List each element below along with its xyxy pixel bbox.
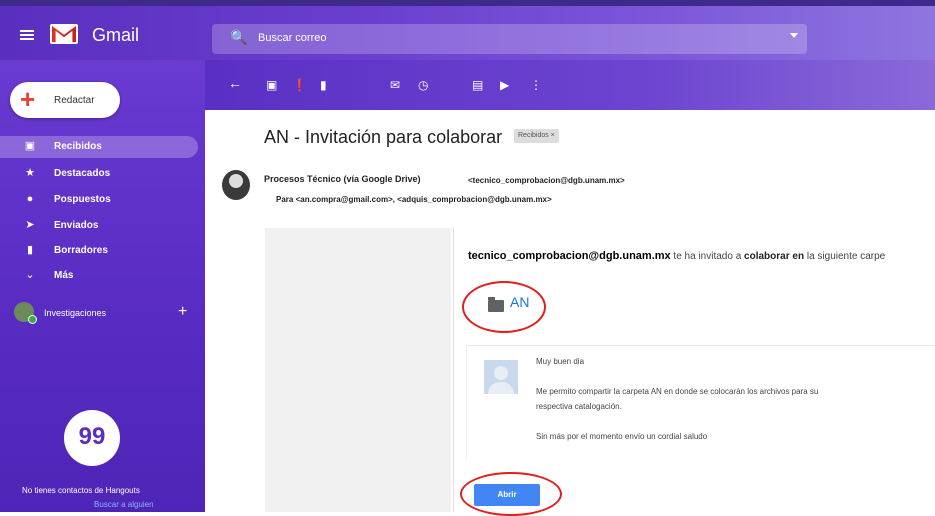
find-contact-link[interactable]: Buscar a alguien — [94, 500, 154, 509]
invite-sender-email: tecnico_comprobacion@dgb.unam.mx — [468, 250, 671, 262]
sidebar-item-mas[interactable]: ⌄ Más — [0, 265, 205, 287]
online-status-icon — [28, 315, 37, 324]
star-icon: ★ — [25, 167, 35, 179]
chevron-down-icon: ⌄ — [25, 269, 35, 281]
email-left-panel — [265, 228, 451, 512]
report-spam-icon[interactable]: ❗ — [292, 79, 307, 91]
inbox-label-chip[interactable]: Recibidos × — [514, 129, 559, 143]
hangouts-user[interactable]: Investigaciones — [44, 308, 106, 318]
menu-icon[interactable] — [20, 30, 34, 40]
sidebar-item-borradores[interactable]: ▮ Borradores — [0, 240, 205, 262]
invite-text: tecnico_comprobacion@dgb.unam.mx te ha i… — [468, 250, 885, 262]
more-icon[interactable]: ⋮ — [530, 79, 542, 91]
sender-name: Procesos Técnico (vía Google Drive) — [264, 174, 421, 184]
draft-icon: ▮ — [26, 244, 34, 256]
snooze-icon[interactable]: ◷ — [418, 79, 428, 91]
sidebar-item-label: Recibidos — [54, 141, 102, 152]
message-line: Me permito compartir la carpeta AN en do… — [536, 387, 819, 396]
sidebar-item-destacados[interactable]: ★ Destacados — [0, 163, 205, 185]
sidebar-item-enviados[interactable]: ➤ Enviados — [0, 215, 205, 237]
hangouts-empty-text: No tienes contactos de Hangouts — [22, 486, 140, 495]
add-hangout-icon[interactable]: + — [178, 303, 187, 321]
send-icon: ➤ — [25, 219, 35, 231]
archive-icon[interactable]: ▣ — [266, 79, 277, 91]
sender-email: <tecnico_comprobacion@dgb.unam.mx> — [468, 176, 625, 185]
gmail-logo-icon[interactable] — [50, 24, 78, 44]
message-line: Muy buen dia — [536, 357, 585, 366]
compose-label: Redactar — [54, 95, 95, 106]
clock-icon: ● — [26, 193, 34, 205]
annotation-circle-folder — [462, 281, 546, 333]
message-line: Sin más por el momento envío un cordial … — [536, 432, 708, 441]
hangouts-icon: 99 — [64, 410, 120, 466]
email-subject: AN - Invitación para colaborar — [264, 127, 503, 147]
labels-icon[interactable]: ▶ — [500, 79, 509, 91]
move-to-icon[interactable]: ▤ — [472, 79, 483, 91]
mark-unread-icon[interactable]: ✉ — [390, 79, 400, 91]
invite-text-part: te ha invitado a — [670, 251, 745, 262]
annotation-circle-open — [460, 472, 562, 516]
sidebar-item-label: Enviados — [54, 220, 99, 231]
recipients-line: Para <an.compra@gmail.com>, <adquis_comp… — [276, 195, 552, 204]
message-toolbar — [205, 60, 935, 110]
sender-avatar — [222, 170, 250, 200]
sidebar-item-label: Destacados — [54, 168, 111, 179]
invite-text-part: la siguiente carpe — [804, 251, 886, 262]
search-options-icon[interactable] — [790, 33, 798, 38]
sidebar-item-pospuestos[interactable]: ● Pospuestos — [0, 189, 205, 211]
sidebar-item-label: Más — [54, 270, 74, 281]
sidebar-item-label: Borradores — [54, 245, 108, 256]
inbox-icon: ▣ — [24, 140, 36, 152]
sidebar-item-label: Pospuestos — [54, 194, 111, 205]
top-strip — [0, 0, 935, 6]
plus-icon: + — [20, 84, 36, 114]
invite-text-bold: colaborar en — [744, 251, 805, 262]
search-input[interactable]: Buscar correo — [258, 32, 326, 44]
app-name: Gmail — [92, 25, 140, 45]
message-avatar — [484, 360, 518, 394]
message-line: respectiva catalogación. — [536, 402, 622, 411]
delete-icon[interactable]: ▮ — [320, 79, 327, 91]
search-icon[interactable]: 🔍 — [230, 29, 247, 46]
sidebar-item-recibidos[interactable]: ▣ Recibidos — [0, 136, 198, 158]
back-icon[interactable]: ← — [228, 76, 242, 90]
